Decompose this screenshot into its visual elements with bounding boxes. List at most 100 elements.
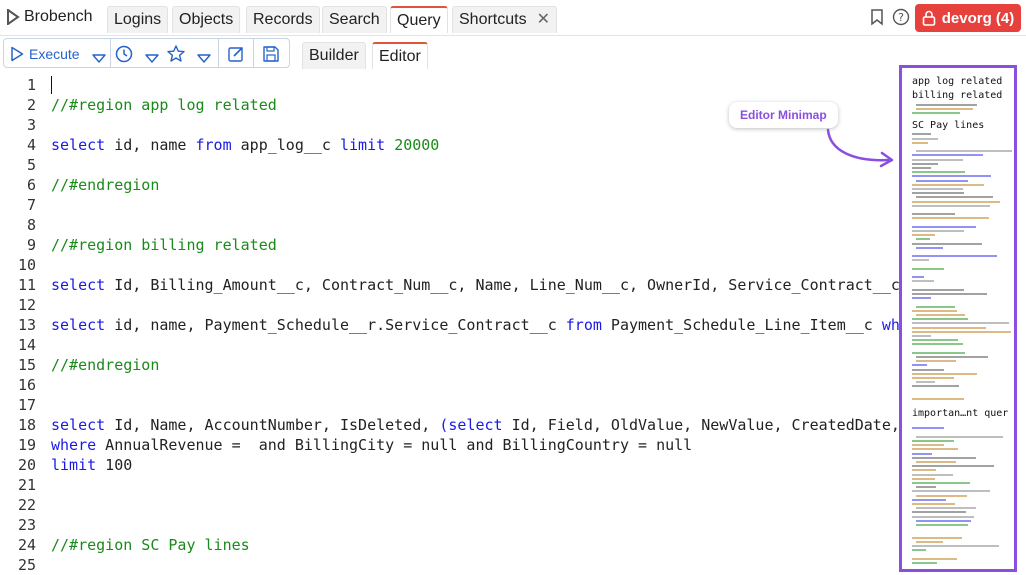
- minimap-code-line: [912, 557, 957, 560]
- line-number: 10: [17, 256, 36, 274]
- minimap-code-line: [916, 486, 936, 489]
- minimap-code-line: [912, 154, 983, 157]
- code-line[interactable]: limit 100: [51, 456, 132, 474]
- code-token: from: [195, 136, 232, 154]
- minimap-code-line: [912, 326, 986, 329]
- minimap-code-line: [912, 335, 931, 337]
- minimap-code-line: [912, 545, 999, 547]
- tab-logins[interactable]: Logins: [107, 6, 169, 33]
- code-token: select: [51, 136, 106, 154]
- code-token: 100: [96, 456, 133, 474]
- minimap-heading: importan…nt quer: [912, 408, 1009, 419]
- code-token: whe: [881, 316, 900, 334]
- minimap-code-line: [912, 259, 929, 262]
- code-token: //#region app log related: [51, 96, 277, 114]
- minimap-code-line: [912, 204, 990, 207]
- minimap-code-line: [916, 494, 967, 497]
- org-button[interactable]: devorg (4): [915, 4, 1021, 32]
- code-editor[interactable]: 1 2 3 4 5 6 7 8 9 10 11 12 13 14 15 16 17 18 19 20 21 22 23 24 2…: [0, 72, 900, 575]
- minimap-code-line: [912, 267, 944, 270]
- code-line[interactable]: //#endregion: [51, 176, 159, 194]
- help-icon[interactable]: ?: [892, 8, 910, 26]
- minimap-code-line: [912, 288, 964, 291]
- chevron-down-icon[interactable]: [92, 48, 106, 70]
- line-number: 1: [26, 76, 36, 94]
- minimap-code-line: [912, 536, 962, 539]
- close-icon[interactable]: ✕: [537, 11, 550, 28]
- line-number: 16: [17, 376, 36, 394]
- code-token: //#region billing related: [51, 236, 277, 254]
- minimap-code-line: [912, 297, 931, 300]
- minimap-code-line: [912, 477, 935, 480]
- code-line[interactable]: select Id, Billing_Amount__c, Contract_N…: [51, 276, 900, 294]
- tab-search[interactable]: Search: [322, 6, 387, 33]
- minimap-code-line: [916, 246, 943, 249]
- brand[interactable]: Brobench: [6, 8, 93, 26]
- code-line[interactable]: select id, name, Payment_Schedule__r.Ser…: [51, 316, 900, 334]
- code-line[interactable]: //#region billing related: [51, 236, 277, 254]
- tab-builder[interactable]: Builder: [302, 42, 366, 69]
- minimap-code-line: [912, 188, 963, 190]
- minimap-code-line: [916, 150, 1012, 153]
- editor-minimap[interactable]: app log related billing related SC Pay l…: [899, 65, 1017, 572]
- save-icon[interactable]: [262, 43, 280, 65]
- code-line[interactable]: where AnnualRevenue = and BillingCity = …: [51, 436, 692, 454]
- chevron-down-icon[interactable]: [197, 48, 211, 70]
- code-token: //#endregion: [51, 176, 160, 194]
- minimap-code-line: [912, 309, 957, 312]
- code-line[interactable]: //#region SC Pay lines: [51, 536, 250, 554]
- minimap-code-line: [916, 435, 1003, 438]
- tab-query[interactable]: Query: [390, 6, 448, 33]
- bookmark-icon[interactable]: [868, 8, 886, 26]
- tab-editor[interactable]: Editor: [372, 42, 428, 69]
- chevron-down-icon[interactable]: [145, 48, 159, 70]
- minimap-heading: SC Pay lines: [912, 120, 985, 131]
- minimap-code-line: [916, 108, 973, 111]
- minimap-code-line: [912, 213, 955, 216]
- code-line[interactable]: select Id, Name, AccountNumber, IsDelete…: [51, 416, 900, 434]
- tab-label: Logins: [114, 11, 162, 28]
- minimap-code-line: [916, 314, 965, 316]
- minimap-code-line: [912, 133, 931, 136]
- minimap-code-line: [912, 293, 987, 295]
- code-token: id, name, Payment_Schedule__r.Service_Co…: [105, 316, 566, 334]
- minimap-code-line: [912, 372, 977, 375]
- minimap-code-line: [912, 482, 970, 484]
- minimap-code-line: [912, 167, 931, 169]
- minimap-code-line: [912, 255, 997, 258]
- line-number: 12: [17, 296, 36, 314]
- minimap-code-line: [912, 339, 958, 342]
- line-number: 21: [17, 476, 36, 494]
- edit-icon[interactable]: [226, 43, 246, 65]
- code-token: select: [51, 316, 106, 334]
- code-token: select: [51, 276, 106, 294]
- tab-records[interactable]: Records: [246, 6, 320, 33]
- minimap-code-line: [912, 158, 963, 161]
- code-line[interactable]: //#region app log related: [51, 96, 277, 114]
- history-icon[interactable]: [114, 43, 134, 65]
- svg-text:?: ?: [898, 11, 904, 24]
- minimap-code-line: [912, 515, 974, 518]
- tab-label: Objects: [179, 11, 234, 28]
- minimap-code-line: [916, 356, 988, 358]
- tab-objects[interactable]: Objects: [172, 6, 241, 33]
- code-token: limit: [340, 136, 386, 154]
- line-number: 5: [26, 156, 36, 174]
- code-line[interactable]: select id, name from app_log__c limit 20…: [51, 136, 439, 154]
- code-token: //#endregion: [51, 356, 160, 374]
- line-number: 3: [26, 116, 36, 134]
- toolbar-divider: [253, 39, 254, 67]
- execute-button[interactable]: Execute: [10, 43, 80, 65]
- code-token: (select: [439, 416, 503, 434]
- minimap-code-line: [916, 461, 956, 463]
- minimap-code-line: [912, 448, 958, 451]
- star-icon[interactable]: [166, 43, 186, 65]
- code-line[interactable]: //#endregion: [51, 356, 159, 374]
- minimap-code-line: [912, 498, 946, 501]
- tab-shortcuts[interactable]: Shortcuts ✕: [452, 6, 557, 33]
- minimap-code-line: [912, 175, 991, 178]
- lock-icon: [922, 10, 936, 26]
- minimap-code-line: [912, 318, 968, 321]
- tab-label: Editor: [379, 48, 421, 65]
